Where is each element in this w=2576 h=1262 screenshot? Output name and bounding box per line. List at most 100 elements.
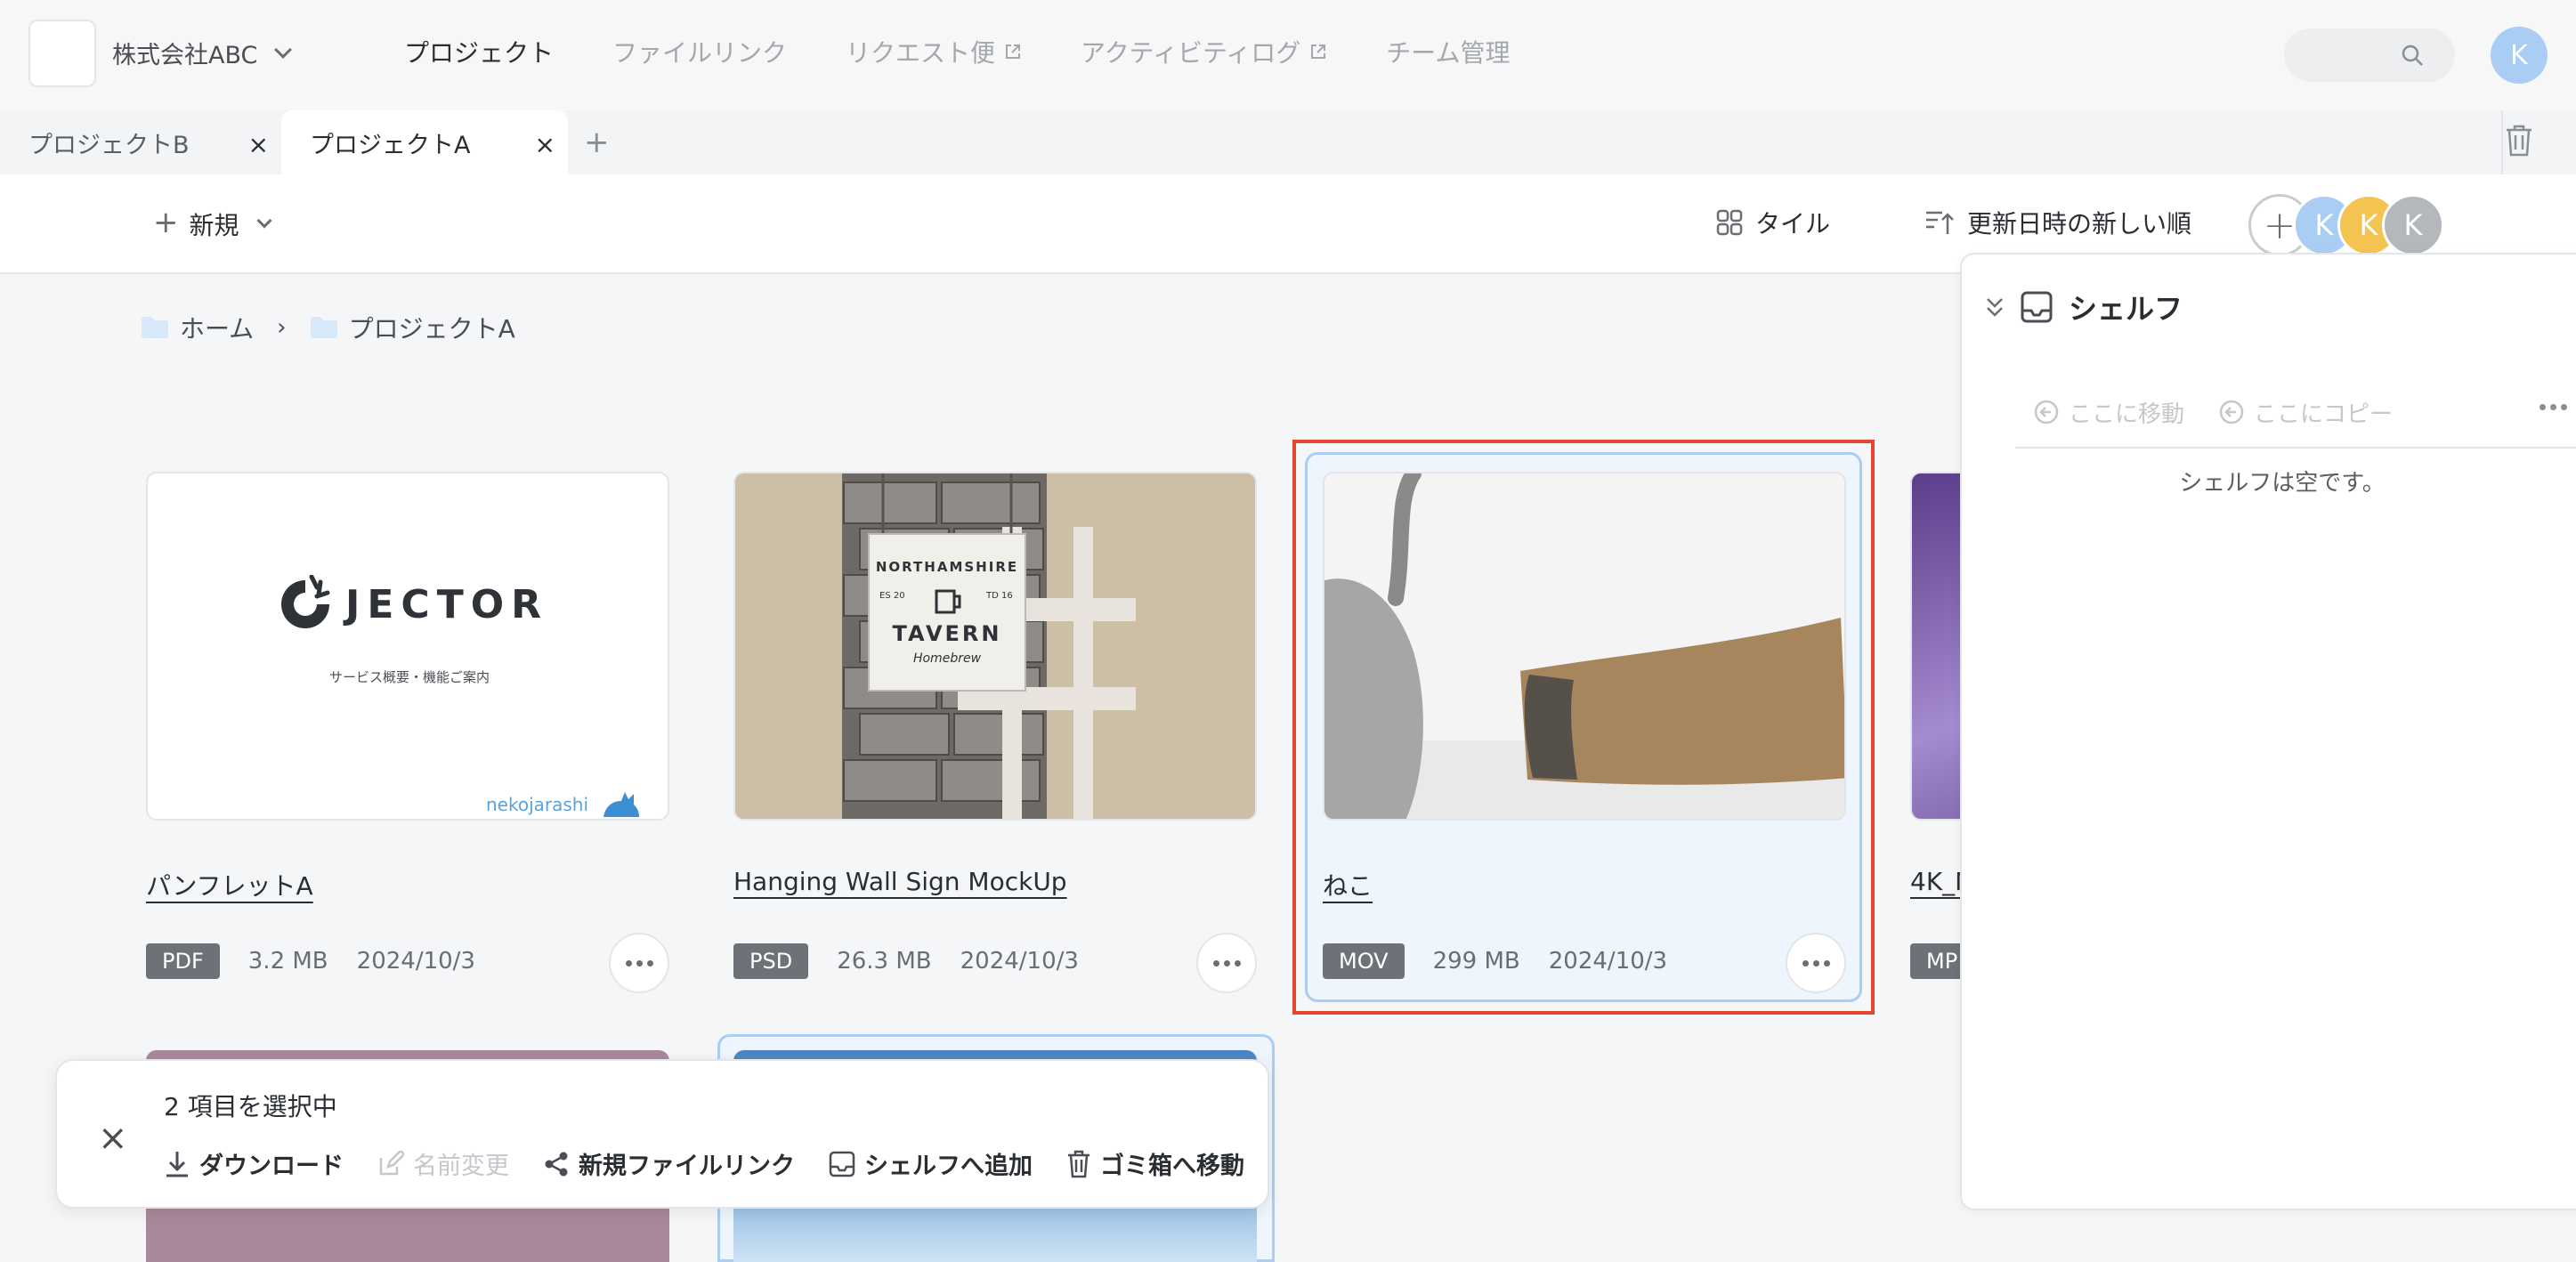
sort-button[interactable]: 更新日時の新しい順	[1924, 205, 2191, 240]
thumb-logo-text: JECTOR	[345, 582, 549, 627]
dot	[2550, 404, 2556, 410]
nav-team-management[interactable]: チーム管理	[1386, 34, 1510, 69]
nav-projects[interactable]: プロジェクト	[404, 34, 554, 69]
more-options-button[interactable]	[1196, 933, 1257, 993]
file-thumbnail[interactable]: NORTHAMSHIRE ES 20 TD 16 TAVERN Homebrew	[733, 472, 1257, 821]
file-meta: PDF 3.2 MB 2024/10/3	[146, 943, 475, 979]
file-name[interactable]: Hanging Wall Sign MockUp	[733, 867, 1067, 896]
download-icon	[166, 1151, 188, 1177]
shelf-header: シェルフ	[1985, 287, 2183, 328]
external-link-icon	[1311, 44, 1326, 59]
trash-icon[interactable]	[2503, 123, 2535, 158]
dot	[1234, 959, 1241, 967]
file-size: 26.3 MB	[837, 948, 932, 975]
file-thumbnail[interactable]: JECTOR サービス概要・機能ご案内 nekojarashi	[146, 472, 669, 821]
sign-bottom-text: Homebrew	[912, 651, 982, 666]
share-icon	[545, 1152, 568, 1176]
selection-count: 2 項目を選択中	[164, 1092, 337, 1121]
file-meta: MOV 299 MB 2024/10/3	[1323, 943, 1667, 979]
tab-project-b[interactable]: プロジェクトB ×	[0, 110, 281, 174]
jector-logo-icon	[281, 575, 330, 628]
dot	[2561, 404, 2567, 410]
member-avatar[interactable]: K	[2382, 194, 2444, 256]
sign-est-text: ES 20	[879, 591, 905, 601]
plus-icon: +	[153, 205, 179, 240]
close-tab-icon[interactable]: ×	[248, 130, 269, 159]
folder-icon	[142, 317, 168, 338]
selection-actions: ダウンロード 名前変更 新規ファイルリンク シェルフへ追加 ゴミ箱へ移動	[164, 1146, 1244, 1181]
download-button[interactable]: ダウンロード	[164, 1146, 344, 1181]
new-file-link-button[interactable]: 新規ファイルリンク	[543, 1146, 795, 1181]
file-date: 2024/10/3	[356, 948, 475, 975]
arrow-left-circle-icon	[2034, 400, 2059, 425]
move-to-trash-button[interactable]: ゴミ箱へ移動	[1066, 1146, 1244, 1181]
company-logo[interactable]	[28, 20, 96, 87]
arrow-left-circle-icon	[2219, 400, 2244, 425]
breadcrumb-current[interactable]: プロジェクトA	[349, 310, 515, 345]
company-name: 株式会社ABC	[112, 42, 258, 69]
move-here-button[interactable]: ここに移動	[2033, 396, 2184, 429]
breadcrumb: ホーム › プロジェクトA	[141, 310, 515, 345]
edit-icon	[379, 1150, 404, 1175]
dot	[2540, 404, 2546, 410]
dot	[1812, 959, 1819, 967]
thumb-caption: サービス概要・機能ご案内	[328, 669, 490, 685]
add-tab-button[interactable]: +	[584, 125, 610, 160]
user-avatar[interactable]: K	[2491, 27, 2548, 84]
grid-icon	[1716, 209, 1743, 236]
shelf-title: シェルフ	[2069, 292, 2183, 326]
nav-request-delivery[interactable]: リクエスト便	[846, 34, 1022, 69]
file-size: 3.2 MB	[247, 948, 328, 975]
more-options-button[interactable]	[609, 933, 669, 993]
main-nav: プロジェクト ファイルリンク リクエスト便 アクティビティログ チーム管理	[404, 34, 1510, 69]
file-card-selected[interactable]: ねこ MOV 299 MB 2024/10/3	[1323, 472, 1846, 993]
rename-button[interactable]: 名前変更	[377, 1146, 509, 1181]
clear-selection-button[interactable]: ×	[98, 1118, 128, 1159]
beer-mug-icon	[935, 589, 961, 614]
file-name[interactable]: パンフレットA	[146, 867, 313, 902]
dot	[1823, 959, 1830, 967]
nav-activity-log[interactable]: アクティビティログ	[1081, 34, 1327, 69]
file-type-badge: PDF	[146, 943, 220, 979]
external-link-icon	[1006, 44, 1021, 59]
brick-wall-image	[735, 473, 1255, 819]
add-to-shelf-button[interactable]: シェルフへ追加	[829, 1146, 1033, 1181]
file-type-badge: MOV	[1323, 943, 1405, 979]
dot	[636, 959, 643, 967]
search-icon	[2402, 44, 2423, 66]
breadcrumb-home[interactable]: ホーム	[180, 310, 254, 345]
sign-top-text: NORTHAMSHIRE	[875, 559, 1019, 575]
inbox-icon	[829, 1151, 855, 1177]
file-card[interactable]: JECTOR サービス概要・機能ご案内 nekojarashi パンフレットA …	[146, 472, 669, 993]
dot	[1212, 959, 1219, 967]
file-card[interactable]: NORTHAMSHIRE ES 20 TD 16 TAVERN Homebrew…	[733, 472, 1257, 993]
cat-silhouette-icon	[603, 792, 639, 817]
inbox-icon	[2021, 291, 2053, 323]
collapse-icon[interactable]	[1985, 295, 2005, 319]
nav-file-links[interactable]: ファイルリンク	[612, 34, 787, 69]
file-date: 2024/10/3	[960, 948, 1079, 975]
file-name[interactable]: ねこ	[1323, 867, 1373, 902]
sort-icon	[1926, 211, 1954, 234]
chevron-down-icon	[256, 213, 272, 229]
top-header: 株式会社ABC プロジェクト ファイルリンク リクエスト便 アクティビティログ …	[0, 0, 2576, 110]
thumb-footer: nekojarashi	[486, 794, 589, 815]
shelf-empty-message: シェルフは空です。	[2179, 470, 2386, 497]
dot	[1802, 959, 1809, 967]
dot	[1223, 959, 1230, 967]
more-options-button[interactable]	[1786, 933, 1846, 993]
trash-icon	[1068, 1150, 1090, 1177]
shelf-more-button[interactable]	[2540, 404, 2567, 410]
company-switcher[interactable]: 株式会社ABC	[112, 36, 293, 70]
view-mode-button[interactable]: タイル	[1716, 205, 1830, 240]
new-button[interactable]: + 新規	[153, 205, 272, 242]
selection-action-bar: × 2 項目を選択中 ダウンロード 名前変更 新規ファイルリンク シェルフへ追加…	[55, 1059, 1269, 1209]
file-thumbnail[interactable]	[1323, 472, 1846, 821]
file-meta: PSD 26.3 MB 2024/10/3	[733, 943, 1079, 979]
dot	[625, 959, 632, 967]
copy-here-button[interactable]: ここにコピー	[2218, 396, 2393, 429]
tab-project-a[interactable]: プロジェクトA ×	[281, 110, 568, 174]
search-box[interactable]	[2284, 28, 2455, 82]
kitten-image	[1324, 473, 1844, 819]
close-tab-icon[interactable]: ×	[535, 130, 555, 159]
